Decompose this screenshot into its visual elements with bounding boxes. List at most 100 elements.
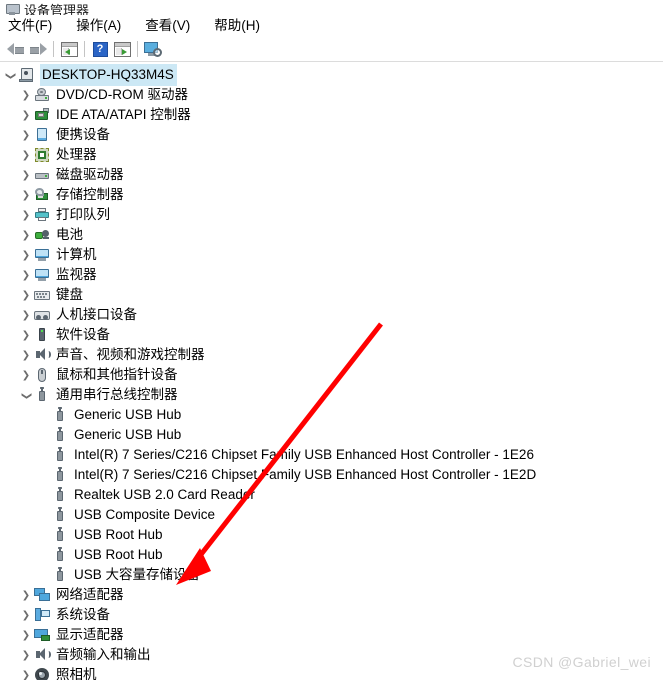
chevron-right-icon[interactable] [18,645,34,666]
menu-action[interactable]: 操作(A) [76,16,133,36]
tree-leaf-usb-root-hub-2[interactable]: USB Root Hub [0,545,663,565]
tree-item-portable-devices[interactable]: 便携设备 [0,125,663,145]
chevron-right-icon[interactable] [18,305,34,326]
computer-icon [18,67,34,83]
chevron-right-icon[interactable] [18,245,34,266]
help-button[interactable]: ? [89,38,111,60]
chevron-right-icon[interactable] [18,665,34,681]
properties-button[interactable] [58,38,80,60]
chevron-right-icon[interactable] [18,605,34,626]
tree-item-monitors[interactable]: 监视器 [0,265,663,285]
tree-leaf-generic-usb-hub-1[interactable]: Generic USB Hub [0,405,663,425]
tree-item-keyboards[interactable]: 键盘 [0,285,663,305]
tree-leaf-generic-usb-hub-2[interactable]: Generic USB Hub [0,425,663,445]
tree-item-label: 键盘 [56,287,83,302]
tree-item-label: IDE ATA/ATAPI 控制器 [56,107,191,122]
menu-view-label: 查看(V) [145,18,191,33]
chevron-right-icon[interactable] [18,265,34,286]
tree-leaf-intel-ehci-1e2d[interactable]: Intel(R) 7 Series/C216 Chipset Family US… [0,465,663,485]
chevron-right-icon[interactable] [18,345,34,366]
audio-io-icon [34,647,51,663]
tree-leaf-label: USB 大容量存储设备 [74,567,201,582]
tree-item-label: 电池 [56,227,83,242]
tree-item-usb-controllers[interactable]: 通用串行总线控制器 [0,385,663,405]
help-question-icon: ? [92,41,108,57]
tree-item-sound-video-game[interactable]: 声音、视频和游戏控制器 [0,345,663,365]
tree-item-label: 存储控制器 [56,187,124,202]
tree-item-print-queues[interactable]: 打印队列 [0,205,663,225]
usb-device-icon [52,547,68,563]
back-button[interactable] [5,38,27,60]
window-title: 设备管理器 [24,3,90,15]
chevron-right-icon[interactable] [18,365,34,386]
toolbar-separator [137,41,138,57]
tree-leaf-label: Realtek USB 2.0 Card Reader [74,487,255,502]
menu-file-label: 文件(F) [8,18,53,33]
tree-item-system-devices[interactable]: 系统设备 [0,605,663,625]
watermark-text: CSDN @Gabriel_wei [512,654,651,670]
chevron-right-icon[interactable] [18,145,34,166]
tree-item-hid[interactable]: 人机接口设备 [0,305,663,325]
menu-bar: 文件(F) 操作(A) 查看(V) 帮助(H) [0,15,663,37]
chevron-right-icon[interactable] [18,585,34,606]
chevron-right-icon[interactable] [18,85,34,106]
tree-item-label: 鼠标和其他指针设备 [56,367,178,382]
tree-item-display-adapters[interactable]: 显示适配器 [0,625,663,645]
chevron-down-icon[interactable] [2,65,18,86]
tree-item-mice[interactable]: 鼠标和其他指针设备 [0,365,663,385]
tree-item-storage-controllers[interactable]: 存储控制器 [0,185,663,205]
window-title-bar: 设备管理器 [0,0,663,15]
chevron-right-icon[interactable] [18,185,34,206]
scan-hardware-button[interactable] [142,38,164,60]
arrow-forward-icon [29,42,47,56]
tree-item-label: 软件设备 [56,327,110,342]
menu-action-label: 操作(A) [76,18,122,33]
tree-item-network-adapters[interactable]: 网络适配器 [0,585,663,605]
toolbar-separator [53,41,54,57]
update-driver-button[interactable] [111,38,133,60]
tree-leaf-usb-root-hub-1[interactable]: USB Root Hub [0,525,663,545]
hid-icon [34,307,50,323]
tree-leaf-label: USB Root Hub [74,527,163,542]
menu-help[interactable]: 帮助(H) [214,16,272,36]
tree-leaf-usb-composite-device[interactable]: USB Composite Device [0,505,663,525]
chevron-right-icon[interactable] [18,165,34,186]
tree-item-label: 显示适配器 [56,627,124,642]
usb-device-icon [52,407,68,423]
tree-item-ide-controller[interactable]: IDE ATA/ATAPI 控制器 [0,105,663,125]
chevron-right-icon[interactable] [18,325,34,346]
tree-leaf-usb-mass-storage-device[interactable]: USB 大容量存储设备 [0,565,663,585]
tree-item-label: DVD/CD-ROM 驱动器 [56,87,188,102]
chevron-right-icon[interactable] [18,625,34,646]
tree-item-processors[interactable]: 处理器 [0,145,663,165]
chevron-right-icon[interactable] [18,125,34,146]
tree-leaf-realtek-card-reader[interactable]: Realtek USB 2.0 Card Reader [0,485,663,505]
tree-item-disk-drives[interactable]: 磁盘驱动器 [0,165,663,185]
menu-help-label: 帮助(H) [214,18,260,33]
tree-item-batteries[interactable]: 电池 [0,225,663,245]
chevron-right-icon[interactable] [18,225,34,246]
system-device-icon [34,607,50,623]
device-tree[interactable]: DESKTOP-HQ33M4S DVD/CD-ROM 驱动器 IDE ATA/A… [0,62,663,680]
chevron-down-icon[interactable] [18,385,34,406]
chevron-right-icon[interactable] [18,105,34,126]
chevron-right-icon[interactable] [18,285,34,306]
menu-view[interactable]: 查看(V) [145,16,202,36]
usb-icon [34,387,50,403]
chevron-right-icon[interactable] [18,205,34,226]
tree-item-label: 通用串行总线控制器 [56,387,178,402]
tree-item-computer[interactable]: 计算机 [0,245,663,265]
menu-file[interactable]: 文件(F) [8,16,64,36]
tree-root-item[interactable]: DESKTOP-HQ33M4S [0,64,663,86]
ide-controller-icon [34,107,50,123]
computer-monitor-icon [34,247,50,263]
tree-item-label: 处理器 [56,147,97,162]
tree-item-software-devices[interactable]: 软件设备 [0,325,663,345]
software-device-icon [34,327,50,343]
tree-item-dvd-cdrom[interactable]: DVD/CD-ROM 驱动器 [0,85,663,105]
mouse-icon [34,367,50,383]
arrow-back-icon [7,42,25,56]
tree-leaf-intel-ehci-1e26[interactable]: Intel(R) 7 Series/C216 Chipset Family US… [0,445,663,465]
forward-button[interactable] [27,38,49,60]
tree-item-label: 监视器 [56,267,97,282]
